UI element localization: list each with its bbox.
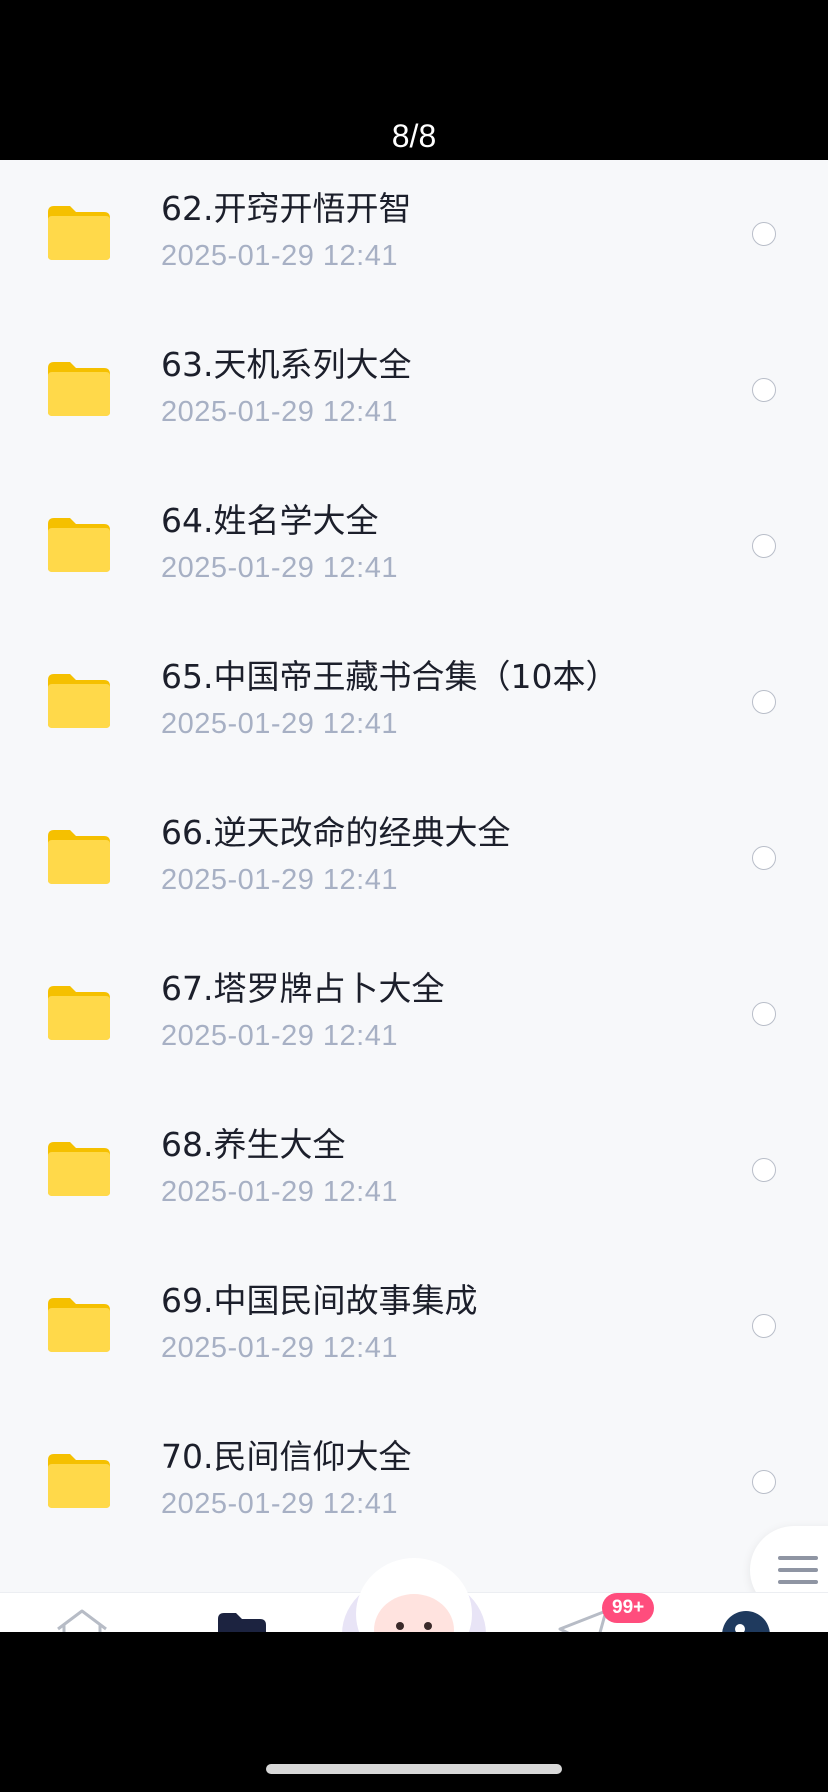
list-item[interactable]: 64.姓名学大全 2025-01-29 12:41 bbox=[0, 472, 828, 628]
folder-icon bbox=[46, 516, 112, 574]
list-item[interactable]: 68.养生大全 2025-01-29 12:41 bbox=[0, 1096, 828, 1252]
file-title: 64.姓名学大全 bbox=[161, 501, 379, 540]
file-title: 63.天机系列大全 bbox=[161, 345, 412, 384]
list-item[interactable]: 65.中国帝王藏书合集（10本） 2025-01-29 12:41 bbox=[0, 628, 828, 784]
folder-icon bbox=[46, 1140, 112, 1198]
menu-icon bbox=[778, 1556, 818, 1560]
list-item[interactable]: 63.天机系列大全 2025-01-29 12:41 bbox=[0, 316, 828, 472]
select-checkbox[interactable] bbox=[752, 534, 776, 558]
select-checkbox[interactable] bbox=[752, 690, 776, 714]
menu-icon-line bbox=[778, 1580, 818, 1584]
folder-icon bbox=[46, 828, 112, 886]
file-title: 65.中国帝王藏书合集（10本） bbox=[161, 657, 619, 696]
select-checkbox[interactable] bbox=[752, 378, 776, 402]
profile-avatar[interactable] bbox=[720, 1609, 772, 1633]
page-counter: 8/8 bbox=[391, 118, 437, 154]
file-list: 62.开窍开悟开智 2025-01-29 12:41 63.天机系列大全 202… bbox=[0, 160, 828, 1632]
select-checkbox[interactable] bbox=[752, 1470, 776, 1494]
bottom-area bbox=[0, 1632, 828, 1792]
select-checkbox[interactable] bbox=[752, 1314, 776, 1338]
file-title: 67.塔罗牌占卜大全 bbox=[161, 969, 445, 1008]
file-date: 2025-01-29 12:41 bbox=[161, 864, 398, 896]
file-title: 62.开窍开悟开智 bbox=[161, 189, 412, 228]
top-bar: 8/8 bbox=[0, 0, 828, 160]
file-date: 2025-01-29 12:41 bbox=[161, 1488, 398, 1520]
folder-icon bbox=[46, 984, 112, 1042]
list-item[interactable]: 67.塔罗牌占卜大全 2025-01-29 12:41 bbox=[0, 940, 828, 1096]
file-title: 66.逆天改命的经典大全 bbox=[161, 813, 511, 852]
file-title: 69.中国民间故事集成 bbox=[161, 1281, 478, 1320]
folder-icon bbox=[46, 672, 112, 730]
file-date: 2025-01-29 12:41 bbox=[161, 1176, 398, 1208]
file-date: 2025-01-29 12:41 bbox=[161, 240, 398, 272]
files-icon[interactable] bbox=[216, 1611, 268, 1633]
file-title: 68.养生大全 bbox=[161, 1125, 346, 1164]
select-checkbox[interactable] bbox=[752, 222, 776, 246]
file-date: 2025-01-29 12:41 bbox=[161, 396, 398, 428]
folder-icon bbox=[46, 204, 112, 262]
folder-icon bbox=[46, 1452, 112, 1510]
menu-icon-line bbox=[778, 1568, 818, 1572]
list-item[interactable]: 66.逆天改命的经典大全 2025-01-29 12:41 bbox=[0, 784, 828, 940]
file-date: 2025-01-29 12:41 bbox=[161, 1020, 398, 1052]
list-item[interactable]: 70.民间信仰大全 2025-01-29 12:41 bbox=[0, 1408, 828, 1564]
folder-icon bbox=[46, 360, 112, 418]
home-icon[interactable] bbox=[54, 1607, 110, 1633]
list-item[interactable]: 62.开窍开悟开智 2025-01-29 12:41 bbox=[0, 160, 828, 316]
message-badge: 99+ bbox=[602, 1593, 655, 1623]
file-date: 2025-01-29 12:41 bbox=[161, 552, 398, 584]
file-date: 2025-01-29 12:41 bbox=[161, 708, 398, 740]
select-checkbox[interactable] bbox=[752, 846, 776, 870]
select-checkbox[interactable] bbox=[752, 1002, 776, 1026]
folder-icon bbox=[46, 1296, 112, 1354]
select-checkbox[interactable] bbox=[752, 1158, 776, 1182]
home-indicator[interactable] bbox=[266, 1764, 562, 1774]
file-title: 70.民间信仰大全 bbox=[161, 1437, 412, 1476]
list-item[interactable]: 69.中国民间故事集成 2025-01-29 12:41 bbox=[0, 1252, 828, 1408]
file-date: 2025-01-29 12:41 bbox=[161, 1332, 398, 1364]
mascot-avatar[interactable] bbox=[334, 1544, 494, 1644]
